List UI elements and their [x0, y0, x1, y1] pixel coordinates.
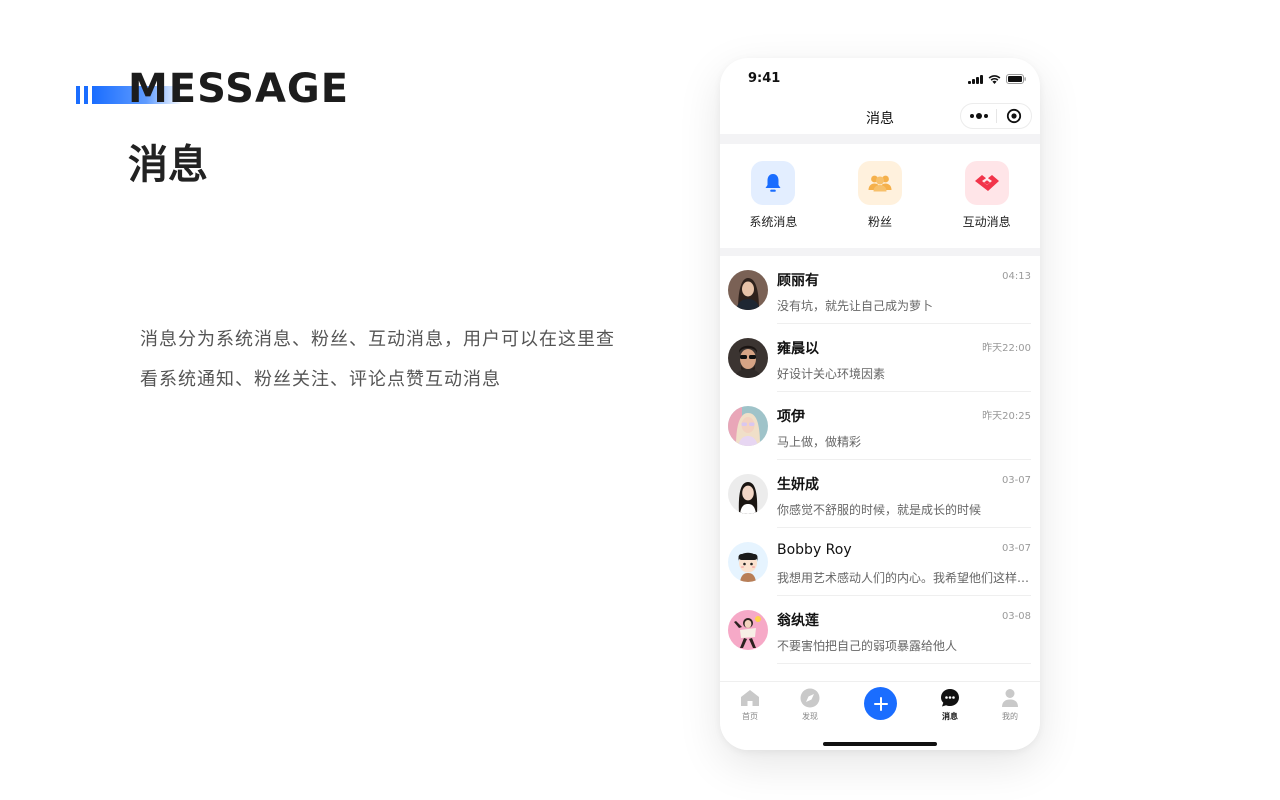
- avatar: [728, 542, 768, 582]
- message-preview: 你感觉不舒服的时候，就是成长的时候: [777, 503, 982, 517]
- user-icon: [1000, 688, 1020, 708]
- category-label: 互动消息: [962, 215, 1011, 229]
- message-row[interactable]: 雍晨以 昨天22:00 好设计关心环境因素: [720, 324, 1040, 392]
- message-row[interactable]: 顾丽有 04:13 没有坑，就先让自己成为萝卜: [720, 256, 1040, 324]
- section-gap: [720, 248, 1040, 256]
- page-description: 消息分为系统消息、粉丝、互动消息，用户可以在这里查看系统通知、粉丝关注、评论点赞…: [140, 329, 615, 390]
- message-categories: 系统消息 粉丝 互动消息: [720, 144, 1040, 248]
- message-time: 昨天22:00: [982, 343, 1031, 354]
- message-row[interactable]: 翁纨莲 03-08 不要害怕把自己的弱项暴露给他人: [720, 596, 1040, 664]
- avatar: [728, 270, 768, 310]
- bell-icon: [751, 161, 796, 205]
- section-gap: [720, 134, 1040, 144]
- tab-home[interactable]: 首页: [730, 688, 770, 722]
- contact-name: 项伊: [777, 409, 805, 425]
- chat-icon: [940, 688, 960, 708]
- more-dots-icon[interactable]: [961, 104, 996, 128]
- tab-discover[interactable]: 发现: [790, 688, 830, 722]
- nav-bar: 消息: [720, 100, 1040, 134]
- message-preview: 没有坑，就先让自己成为萝卜: [777, 299, 934, 313]
- message-time: 03-08: [1001, 611, 1031, 622]
- tab-bar: 首页 发现 消息 我的: [720, 681, 1040, 750]
- fans-icon: [857, 161, 902, 205]
- signal-icon: [968, 74, 983, 84]
- category-system-messages[interactable]: 系统消息: [728, 161, 818, 248]
- contact-name: 翁纨莲: [777, 613, 819, 629]
- tab-me[interactable]: 我的: [990, 688, 1030, 722]
- message-time: 昨天20:25: [982, 411, 1031, 422]
- message-preview: 我想用艺术感动人们的内心。我希望他们这样说…: [777, 571, 1031, 585]
- target-icon[interactable]: [997, 104, 1031, 128]
- category-label: 粉丝: [867, 215, 892, 229]
- category-fans[interactable]: 粉丝: [835, 161, 925, 248]
- divider: [777, 663, 1031, 664]
- status-icons: [968, 74, 1026, 84]
- mini-program-capsule: [960, 103, 1032, 129]
- home-indicator: [823, 742, 937, 746]
- add-button[interactable]: [864, 687, 897, 720]
- battery-icon: [1006, 74, 1026, 84]
- avatar: [728, 338, 768, 378]
- contact-name: Bobby Roy: [777, 542, 852, 558]
- tab-label: 发现: [802, 712, 818, 721]
- tab-label: 首页: [742, 712, 758, 721]
- category-label: 系统消息: [749, 215, 798, 229]
- message-preview: 不要害怕把自己的弱项暴露给他人: [777, 639, 958, 653]
- home-icon: [740, 688, 760, 708]
- tab-label: 我的: [1002, 712, 1018, 721]
- contact-name: 雍晨以: [777, 341, 819, 357]
- phone-mockup: 9:41 消息 系统消息 粉丝 互动消息 顾丽有 04:13 没有坑，就先让自己…: [720, 58, 1040, 750]
- avatar: [728, 406, 768, 446]
- message-row[interactable]: Bobby Roy 03-07 我想用艺术感动人们的内心。我希望他们这样说…: [720, 528, 1040, 596]
- message-preview: 好设计关心环境因素: [777, 367, 886, 381]
- message-row[interactable]: 生妍成 03-07 你感觉不舒服的时候，就是成长的时候: [720, 460, 1040, 528]
- page-title-cn: 消息: [128, 142, 208, 188]
- page-title-en: MESSAGE: [128, 66, 350, 112]
- tab-messages[interactable]: 消息: [930, 688, 970, 722]
- message-preview: 马上做，做精彩: [777, 435, 862, 449]
- message-time: 03-07: [1001, 475, 1031, 486]
- message-time: 04:13: [1002, 271, 1031, 282]
- category-interactions[interactable]: 互动消息: [942, 161, 1032, 248]
- message-row[interactable]: 项伊 昨天20:25 马上做，做精彩: [720, 392, 1040, 460]
- message-time: 03-07: [1001, 543, 1031, 554]
- compass-icon: [800, 688, 820, 708]
- avatar: [728, 474, 768, 514]
- contact-name: 顾丽有: [777, 273, 819, 289]
- handshake-icon: [964, 161, 1009, 205]
- tab-label: 消息: [942, 712, 958, 721]
- plus-icon: [873, 696, 888, 711]
- status-bar: 9:41: [720, 58, 1040, 100]
- wifi-icon: [988, 74, 1001, 84]
- avatar: [728, 610, 768, 650]
- contact-name: 生妍成: [777, 477, 819, 493]
- status-time: 9:41: [748, 71, 781, 86]
- message-list: 顾丽有 04:13 没有坑，就先让自己成为萝卜 雍晨以 昨天22:00 好设计关…: [720, 256, 1040, 664]
